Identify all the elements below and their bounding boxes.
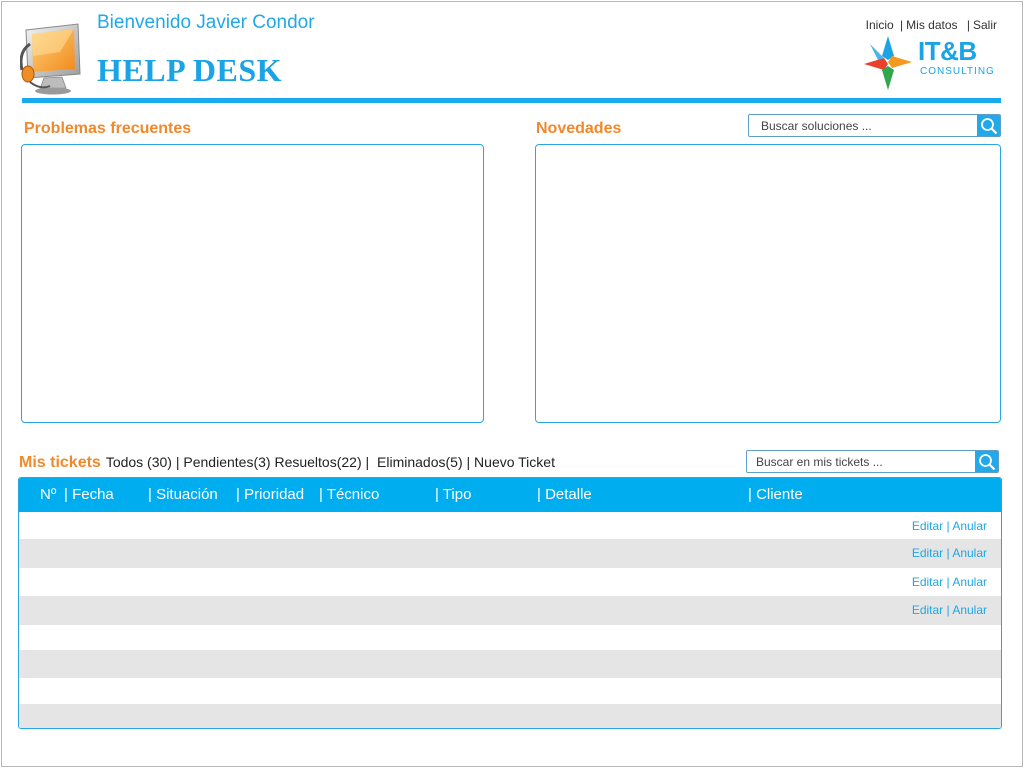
header-divider bbox=[22, 98, 1001, 103]
table-row: Editar | Anular bbox=[19, 568, 1001, 596]
tickets-filter-bar: Mis tickets Todos (30) | Pendientes(3) Re… bbox=[19, 454, 555, 472]
problemas-title: Problemas frecuentes bbox=[24, 120, 192, 137]
edit-link[interactable]: Editar bbox=[912, 575, 943, 589]
search-soluciones-input[interactable] bbox=[749, 115, 977, 136]
action-separator: | bbox=[946, 575, 950, 589]
search-icon[interactable] bbox=[977, 115, 1000, 136]
nav-separator: | bbox=[966, 18, 970, 32]
action-separator: | bbox=[946, 603, 950, 617]
cancel-link[interactable]: Anular bbox=[952, 603, 987, 617]
column-header-cliente[interactable]: | Cliente bbox=[748, 486, 803, 503]
nav-link-salir[interactable]: Salir bbox=[973, 18, 997, 32]
page-title: HELP DESK bbox=[97, 52, 282, 88]
search-tickets-input[interactable] bbox=[747, 451, 975, 472]
logo-name: IT&B bbox=[918, 36, 977, 66]
column-header-numero[interactable]: Nº bbox=[40, 486, 56, 503]
search-icon[interactable] bbox=[975, 451, 998, 472]
cancel-link[interactable]: Anular bbox=[952, 519, 987, 533]
filter-separator: | bbox=[175, 454, 180, 470]
itb-logo-icon: IT&B CONSULTING bbox=[864, 36, 994, 90]
table-row: Editar | Anular bbox=[19, 512, 1001, 539]
table-row: Editar | Anular bbox=[19, 539, 1001, 568]
action-separator: | bbox=[946, 519, 950, 533]
column-header-fecha[interactable]: | Fecha bbox=[64, 486, 114, 503]
edit-link[interactable]: Editar bbox=[912, 603, 943, 617]
problemas-panel bbox=[21, 144, 484, 423]
tickets-title: Mis tickets bbox=[19, 454, 101, 471]
edit-link[interactable]: Editar bbox=[912, 519, 943, 533]
novedades-panel bbox=[535, 144, 1001, 423]
filter-resueltos[interactable]: Resueltos(22) bbox=[274, 454, 361, 470]
search-tickets bbox=[746, 450, 999, 473]
table-row bbox=[19, 650, 1001, 678]
table-row: Editar | Anular bbox=[19, 596, 1001, 625]
table-header: Nº | Fecha | Situación | Prioridad | Téc… bbox=[19, 478, 1001, 512]
column-header-tipo[interactable]: | Tipo bbox=[435, 486, 471, 503]
nav-link-inicio[interactable]: Inicio bbox=[866, 18, 894, 32]
tickets-table: Nº | Fecha | Situación | Prioridad | Téc… bbox=[18, 477, 1002, 729]
table-row bbox=[19, 625, 1001, 650]
filter-separator: | bbox=[466, 454, 471, 470]
edit-link[interactable]: Editar bbox=[912, 546, 943, 560]
search-soluciones bbox=[748, 114, 1001, 137]
column-header-tecnico[interactable]: | Técnico bbox=[319, 486, 379, 503]
monitor-headset-icon bbox=[19, 22, 84, 96]
novedades-title: Novedades bbox=[536, 120, 622, 137]
filter-pendientes[interactable]: Pendientes(3) bbox=[183, 454, 270, 470]
cancel-link[interactable]: Anular bbox=[952, 575, 987, 589]
filter-todos[interactable]: Todos (30) bbox=[106, 454, 172, 470]
nav-separator: | bbox=[900, 18, 904, 32]
cancel-link[interactable]: Anular bbox=[952, 546, 987, 560]
filter-separator: | bbox=[365, 454, 370, 470]
row-actions: Editar | Anular bbox=[912, 519, 987, 533]
table-row bbox=[19, 678, 1001, 704]
filter-eliminados[interactable]: Eliminados(5) bbox=[377, 454, 463, 470]
table-row bbox=[19, 704, 1001, 728]
welcome-message: Bienvenido Javier Condor bbox=[97, 12, 315, 33]
row-actions: Editar | Anular bbox=[912, 575, 987, 589]
column-header-detalle[interactable]: | Detalle bbox=[537, 486, 592, 503]
column-header-prioridad[interactable]: | Prioridad bbox=[236, 486, 304, 503]
row-actions: Editar | Anular bbox=[912, 546, 987, 560]
row-actions: Editar | Anular bbox=[912, 603, 987, 617]
nuevo-ticket-link[interactable]: Nuevo Ticket bbox=[474, 454, 555, 470]
logo-tagline: CONSULTING bbox=[920, 66, 995, 77]
nav-link-mis-datos[interactable]: Mis datos bbox=[906, 18, 957, 32]
column-header-situacion[interactable]: | Situación bbox=[148, 486, 218, 503]
action-separator: | bbox=[946, 546, 950, 560]
top-navigation: Inicio | Mis datos | Salir bbox=[866, 18, 997, 32]
